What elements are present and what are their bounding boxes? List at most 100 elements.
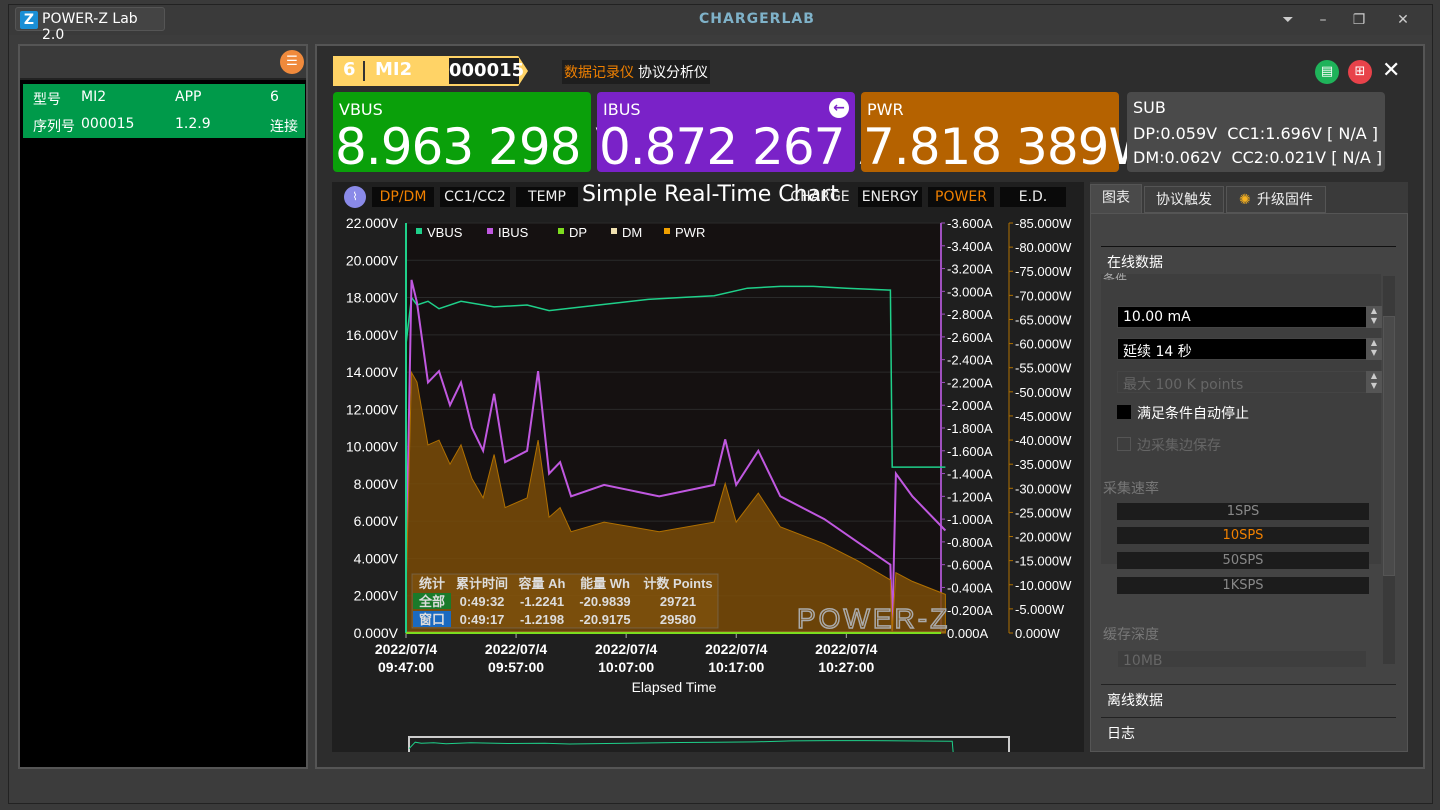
stats-cell: 29721: [660, 594, 696, 609]
rate-label: 采集速率: [1103, 481, 1159, 497]
power-tick-label: -5.000W: [1015, 602, 1065, 617]
x-tick-date: 2022/07/4: [815, 641, 877, 657]
tab-firmware-label: 升级固件: [1257, 192, 1313, 208]
current-tick-label: -2.600A: [947, 330, 993, 345]
legend-label-dm: DM: [622, 225, 642, 240]
scrollbar-thumb[interactable]: [1383, 316, 1395, 576]
rate-1ksps[interactable]: 1KSPS: [1117, 577, 1369, 594]
direction-arrow-icon[interactable]: ←: [829, 98, 849, 118]
ibus-value: 0.872 267 A: [599, 118, 894, 176]
device-badge: 6 MI2 000015: [333, 56, 528, 86]
power-tick-label: -20.000W: [1015, 530, 1072, 545]
voltage-tick-label: 8.000V: [354, 476, 399, 492]
current-tick-label: -0.400A: [947, 580, 993, 595]
main-panel: 6 MI2 000015 数据记录仪 协议分析仪 ▤ ⊞ ✕ VBUS 8.96…: [315, 44, 1425, 769]
tab-chart[interactable]: 图表: [1090, 184, 1142, 214]
current-tick-label: -3.200A: [947, 262, 993, 277]
overview-window: [408, 736, 1010, 752]
spinner-icon[interactable]: ▲ ▼: [1366, 371, 1382, 393]
app-window: Z POWER-Z Lab 2.0 CHARGERLAB ⏷ – ❐ ✕ ☰ 型…: [8, 4, 1433, 804]
dropdown-icon[interactable]: ⏷: [1274, 9, 1302, 31]
legend-swatch: [611, 228, 617, 234]
voltage-tick-label: 4.000V: [354, 550, 399, 566]
stats-header: 容量 Ah: [518, 576, 566, 591]
buffer-input[interactable]: 10MB: [1117, 650, 1367, 668]
stats-cell: -20.9175: [579, 612, 630, 627]
maximize-icon[interactable]: ❐: [1345, 9, 1373, 31]
current-tick-label: -1.800A: [947, 421, 993, 436]
current-tick-label: -0.600A: [947, 558, 993, 573]
ibus-meter: IBUS ← 0.872 267 A: [597, 92, 894, 176]
main-chart[interactable]: 0.000V 2.000V 4.000V 6.000V 8.000V 10.000V 12.…: [332, 182, 1084, 752]
x-tick-date: 2022/07/4: [705, 641, 767, 657]
x-tick-time: 10:17:00: [708, 659, 764, 675]
power-tick-label: -45.000W: [1015, 409, 1072, 424]
current-tick-label: -2.800A: [947, 307, 993, 322]
minimize-icon[interactable]: –: [1309, 9, 1337, 31]
threshold-value: 10.00 mA: [1123, 309, 1191, 325]
legend-label-vbus: VBUS: [427, 225, 463, 240]
sub-dp-cc1: DP:0.059V CC1:1.696V [ N/A ]: [1133, 124, 1378, 143]
pwr-meter: PWR 7.818 389W: [861, 92, 1158, 176]
rate-50sps[interactable]: 50SPS: [1117, 552, 1369, 569]
tab-protocol-trigger[interactable]: 协议触发: [1144, 186, 1224, 213]
device-list-header: ☰: [20, 46, 306, 80]
save-while-checkbox[interactable]: [1117, 437, 1131, 451]
stats-cell: 0:49:32: [460, 594, 505, 609]
device-serial: 000015: [449, 58, 524, 84]
close-icon[interactable]: ✕: [1389, 9, 1417, 31]
legend-swatch: [558, 228, 564, 234]
section-offline-data[interactable]: 离线数据: [1101, 684, 1396, 712]
voltage-tick-label: 12.000V: [346, 401, 399, 417]
serial-value: 000015: [81, 116, 135, 132]
pwr-value: 7.818 389W: [863, 118, 1158, 176]
x-tick-date: 2022/07/4: [485, 641, 547, 657]
tab-data-logger[interactable]: 数据记录仪: [562, 60, 636, 84]
export-icon[interactable]: ▤: [1315, 60, 1339, 84]
spinner-icon[interactable]: ▲ ▼: [1366, 306, 1382, 328]
section-online-data[interactable]: 在线数据: [1101, 246, 1396, 274]
stats-cell: 窗口: [419, 612, 445, 627]
rate-10sps[interactable]: 10SPS: [1117, 527, 1369, 544]
x-axis-label: Elapsed Time: [632, 679, 717, 695]
spinner-icon[interactable]: ▲ ▼: [1366, 338, 1382, 360]
threshold-input[interactable]: 10.00 mA ▲ ▼: [1117, 306, 1382, 328]
ibus-label: IBUS: [603, 100, 641, 119]
stats-cell: -20.9839: [579, 594, 630, 609]
connection-status: 连接: [270, 119, 298, 135]
app-tab[interactable]: Z POWER-Z Lab 2.0: [15, 7, 165, 43]
chart-area: ⌇ Simple Real-Time Chart DP/DM CC1/CC2 T…: [332, 182, 1084, 752]
voltage-tick-label: 20.000V: [346, 252, 399, 268]
scrollbar[interactable]: [1383, 276, 1395, 664]
voltage-tick-label: 2.000V: [354, 588, 399, 604]
device-card[interactable]: 型号 MI2 APP 6 序列号 000015 1.2.9 连接: [23, 84, 305, 138]
power-tick-label: -75.000W: [1015, 264, 1072, 279]
watermark-logo: POWER-Z: [797, 603, 950, 634]
max-points-input[interactable]: 最大 100 K points ▲ ▼: [1117, 371, 1382, 393]
voltage-tick-label: 22.000V: [346, 215, 399, 231]
divider: [363, 61, 365, 81]
auto-stop-checkbox[interactable]: [1117, 405, 1131, 419]
tab-protocol-analyzer[interactable]: 协议分析仪: [636, 60, 710, 84]
grid-apps-icon[interactable]: ⊞: [1348, 60, 1372, 84]
auto-stop-label: 满足条件自动停止: [1137, 406, 1249, 422]
current-tick-label: -0.200A: [947, 603, 993, 618]
list-icon[interactable]: ☰: [280, 50, 304, 74]
title-bar: Z POWER-Z Lab 2.0 CHARGERLAB ⏷ – ❐ ✕: [9, 5, 1432, 43]
rate-1sps[interactable]: 1SPS: [1117, 503, 1369, 520]
close-device-icon[interactable]: ✕: [1382, 58, 1400, 83]
voltage-tick-label: 16.000V: [346, 327, 399, 343]
stats-table: 统计 累计时间 容量 Ah 能量 Wh 计数 Points 全部 0:49:32 -1.224…: [411, 573, 719, 629]
tab-firmware-upgrade[interactable]: ✺ 升级固件: [1226, 186, 1326, 213]
legend-label-ibus: IBUS: [498, 225, 529, 240]
section-log[interactable]: 日志: [1101, 717, 1396, 745]
device-list-panel: ☰ 型号 MI2 APP 6 序列号 000015 1.2.9 连接: [18, 44, 308, 769]
duration-input[interactable]: 延续 14 秒 ▲ ▼: [1117, 338, 1382, 360]
buffer-value: 10MB: [1123, 653, 1163, 668]
stats-cell: -1.2198: [520, 612, 564, 627]
brand-logo: CHARGERLAB: [699, 11, 815, 27]
stats-header: 计数 Points: [643, 576, 712, 591]
power-tick-label: -85.000W: [1015, 216, 1072, 231]
pwr-label: PWR: [867, 100, 904, 119]
power-tick-label: -50.000W: [1015, 385, 1072, 400]
